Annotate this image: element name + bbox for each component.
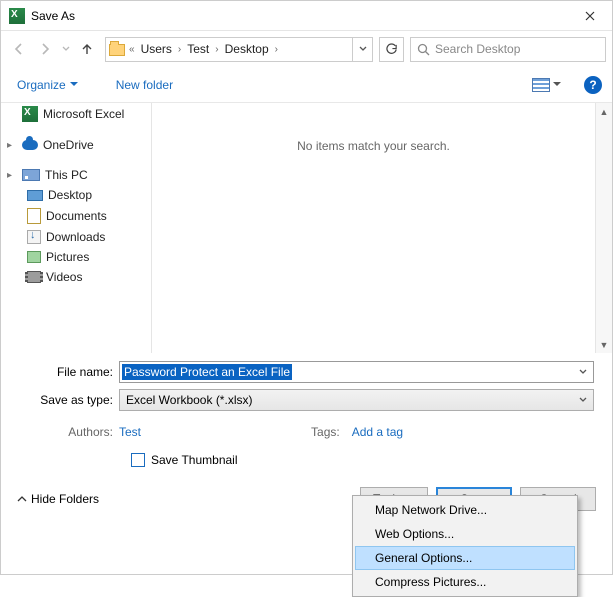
chevron-down-icon: [359, 46, 367, 52]
organize-label: Organize: [17, 78, 66, 92]
refresh-icon: [385, 43, 398, 56]
save-thumbnail-label[interactable]: Save Thumbnail: [151, 453, 238, 467]
up-icon: [80, 42, 94, 56]
chevron-down-icon: [62, 46, 70, 52]
nav-row: « Users › Test › Desktop › Search Deskto…: [1, 31, 612, 67]
toolbar: Organize New folder ?: [1, 67, 612, 103]
hide-folders-button[interactable]: Hide Folders: [17, 492, 99, 506]
search-icon: [411, 43, 435, 56]
sidebar-item-label: Documents: [46, 209, 107, 223]
chevron-down-icon: [553, 82, 561, 87]
excel-icon: [22, 106, 38, 122]
chevron-right-icon: ›: [274, 44, 279, 55]
saveastype-dropdown[interactable]: [573, 397, 593, 403]
saveastype-combo[interactable]: Excel Workbook (*.xlsx): [119, 389, 594, 411]
sidebar-item-desktop[interactable]: Desktop: [1, 185, 151, 205]
crumb[interactable]: Desktop: [220, 38, 274, 60]
hide-folders-label: Hide Folders: [31, 492, 99, 506]
excel-icon: [9, 8, 25, 24]
view-icon: [532, 78, 550, 92]
authors-label: Authors:: [11, 425, 119, 439]
saveastype-label: Save as type:: [11, 393, 119, 407]
body: Microsoft Excel ▸ OneDrive ▸ This PC Des…: [1, 103, 612, 353]
expander-icon[interactable]: ▸: [7, 140, 17, 151]
chevron-down-icon: [579, 369, 587, 375]
sidebar-item-label: Downloads: [46, 230, 105, 244]
scroll-down[interactable]: ▼: [596, 336, 612, 353]
sidebar-item-documents[interactable]: Documents: [1, 205, 151, 227]
save-thumbnail-checkbox[interactable]: [131, 453, 145, 467]
tags-label: Tags:: [311, 425, 346, 439]
scrollbar[interactable]: ▲ ▼: [595, 103, 612, 353]
sidebar-item-label: Desktop: [48, 188, 92, 202]
documents-icon: [27, 208, 41, 224]
view-button[interactable]: [525, 74, 568, 96]
chevron-down-icon: [70, 82, 78, 87]
forward-icon: [38, 42, 52, 56]
desktop-icon: [27, 190, 43, 201]
pictures-icon: [27, 251, 41, 263]
recent-dropdown[interactable]: [59, 37, 73, 61]
up-button[interactable]: [75, 37, 99, 61]
saveastype-value: Excel Workbook (*.xlsx): [126, 393, 252, 407]
empty-message: No items match your search.: [297, 139, 450, 153]
refresh-button[interactable]: [379, 37, 404, 62]
sidebar-item-label: Pictures: [46, 250, 89, 264]
filename-input[interactable]: Password Protect an Excel File: [119, 361, 594, 383]
crumb[interactable]: Users: [136, 38, 177, 60]
titlebar: Save As: [1, 1, 612, 31]
sidebar-item-excel[interactable]: Microsoft Excel: [1, 103, 151, 125]
filename-dropdown[interactable]: [573, 369, 593, 375]
back-button[interactable]: [7, 37, 31, 61]
sidebar-item-videos[interactable]: Videos: [1, 267, 151, 287]
menu-item-web-options[interactable]: Web Options...: [355, 522, 575, 546]
sidebar-item-label: Microsoft Excel: [43, 107, 124, 121]
sidebar: Microsoft Excel ▸ OneDrive ▸ This PC Des…: [1, 103, 151, 353]
search-input[interactable]: Search Desktop: [410, 37, 606, 62]
organize-button[interactable]: Organize: [11, 74, 84, 96]
sidebar-item-thispc[interactable]: ▸ This PC: [1, 165, 151, 185]
filename-value: Password Protect an Excel File: [122, 364, 292, 380]
lower-pane: File name: Password Protect an Excel Fil…: [1, 353, 612, 475]
close-icon: [585, 11, 595, 21]
save-as-dialog: Save As « Users › Test › Desktop ›: [0, 0, 613, 575]
chevron-down-icon: [579, 397, 587, 403]
folder-icon: [106, 43, 128, 55]
sidebar-item-onedrive[interactable]: ▸ OneDrive: [1, 135, 151, 155]
scroll-up[interactable]: ▲: [596, 103, 612, 120]
window-title: Save As: [31, 9, 568, 23]
new-folder-label: New folder: [116, 78, 173, 92]
address-bar[interactable]: « Users › Test › Desktop ›: [105, 37, 373, 62]
sidebar-item-downloads[interactable]: Downloads: [1, 227, 151, 247]
splitter[interactable]: [151, 103, 152, 353]
address-history-dropdown[interactable]: [352, 38, 372, 61]
chevron-up-icon: [17, 495, 27, 503]
onedrive-icon: [22, 140, 38, 150]
tools-menu: Map Network Drive... Web Options... Gene…: [352, 495, 578, 597]
sidebar-item-label: OneDrive: [43, 138, 94, 152]
tags-value[interactable]: Add a tag: [352, 425, 403, 439]
menu-item-compress-pictures[interactable]: Compress Pictures...: [355, 570, 575, 594]
sidebar-item-pictures[interactable]: Pictures: [1, 247, 151, 267]
forward-button[interactable]: [33, 37, 57, 61]
help-button[interactable]: ?: [584, 76, 602, 94]
downloads-icon: [27, 230, 41, 244]
videos-icon: [27, 271, 41, 283]
menu-item-map-network-drive[interactable]: Map Network Drive...: [355, 498, 575, 522]
menu-item-general-options[interactable]: General Options...: [355, 546, 575, 570]
close-button[interactable]: [568, 1, 612, 31]
sidebar-item-label: This PC: [45, 168, 88, 182]
new-folder-button[interactable]: New folder: [110, 74, 179, 96]
back-icon: [12, 42, 26, 56]
file-list: No items match your search.: [152, 103, 595, 353]
crumb[interactable]: Test: [182, 38, 214, 60]
pc-icon: [22, 169, 40, 181]
search-placeholder: Search Desktop: [435, 42, 520, 56]
authors-value[interactable]: Test: [119, 425, 141, 439]
sidebar-item-label: Videos: [46, 270, 82, 284]
filename-label: File name:: [11, 365, 119, 379]
expander-icon[interactable]: ▸: [7, 170, 17, 181]
path-root: «: [128, 44, 136, 55]
